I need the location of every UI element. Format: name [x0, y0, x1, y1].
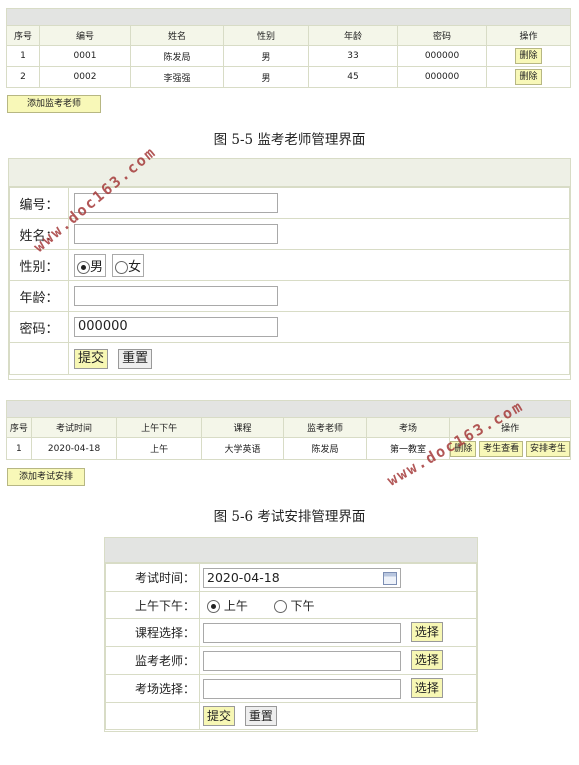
age-cell [68, 280, 570, 312]
pm-radio[interactable] [273, 599, 287, 613]
teacher-input[interactable] [203, 650, 401, 671]
col-id: 编号 [39, 25, 131, 46]
empty-cell [9, 342, 69, 375]
pm-label: 下午 [290, 598, 315, 613]
period-label: 上午下午： [105, 591, 200, 619]
cell-time: 2020-04-18 [30, 437, 118, 460]
caption-5-6: 图 5-6 考试安排管理界面 [213, 509, 366, 525]
room-input[interactable] [203, 678, 401, 699]
submit-button[interactable]: 提交 [203, 706, 236, 726]
col-age: 年龄 [308, 25, 398, 46]
time-value: 2020-04-18 [207, 569, 280, 585]
name-input[interactable] [74, 224, 278, 244]
room-select-button[interactable]: 选择 [410, 678, 443, 699]
female-label: 女 [128, 259, 142, 275]
add-exam-button[interactable]: 添加考试安排 [7, 468, 85, 486]
submit-button[interactable]: 提交 [74, 348, 109, 369]
male-label: 男 [90, 259, 104, 275]
teacher-form-header [9, 159, 570, 187]
course-label: 课程选择： [105, 618, 200, 647]
col-action: 操作 [486, 25, 571, 46]
caption-5-5: 图 5-5 监考老师管理界面 [213, 132, 366, 148]
female-option[interactable]: 女 [112, 253, 145, 277]
cell-teacher: 陈发局 [283, 437, 367, 460]
col-seq: 序号 [6, 417, 32, 438]
cell-id: 0002 [39, 66, 131, 88]
col-teacher: 监考老师 [283, 417, 367, 438]
cell-period: 上午 [116, 437, 202, 460]
cell-course: 大学英语 [200, 437, 285, 460]
password-cell: 000000 [68, 311, 570, 343]
teacher-select-button[interactable]: 选择 [410, 650, 443, 671]
delete-button[interactable]: 删除 [515, 69, 542, 85]
col-time: 考试时间 [30, 417, 118, 438]
cell-gender: 男 [223, 66, 309, 88]
cell-name: 陈发局 [130, 45, 224, 67]
col-name: 姓名 [130, 25, 224, 46]
cell-action: 删除 [486, 66, 571, 88]
button-cell: 提交 重置 [199, 702, 477, 730]
cell-name: 李强强 [130, 66, 224, 88]
gender-label: 性别： [9, 249, 69, 281]
reset-button[interactable]: 重置 [244, 706, 277, 726]
arrange-students-button[interactable]: 安排考生 [525, 440, 570, 457]
time-label: 考试时间： [105, 563, 200, 592]
cell-password: 000000 [397, 66, 487, 88]
period-cell: 上午 下午 [199, 591, 477, 619]
gender-cell: 男 女 [68, 249, 570, 281]
male-option[interactable]: 男 [74, 253, 107, 277]
col-seq: 序号 [6, 25, 40, 46]
cell-age: 45 [308, 66, 398, 88]
col-password: 密码 [397, 25, 487, 46]
teacher-label: 监考老师： [105, 646, 200, 675]
course-select-button[interactable]: 选择 [410, 622, 443, 643]
reset-button[interactable]: 重置 [118, 348, 153, 369]
exam-form: 考试时间： 2020-04-18 上午下午： 上午 下午 课程选择： 选择 监考… [104, 537, 478, 732]
col-gender: 性别 [223, 25, 309, 46]
female-radio[interactable] [115, 260, 129, 274]
cell-age: 33 [308, 45, 398, 67]
add-teacher-button[interactable]: 添加监考老师 [7, 95, 101, 113]
male-radio[interactable] [77, 260, 90, 274]
delete-button[interactable]: 删除 [515, 48, 542, 64]
col-course: 课程 [200, 417, 285, 438]
teacher-table: 序号 编号 姓名 性别 年龄 密码 操作 1 0001 陈发局 男 33 000… [6, 25, 571, 88]
cell-password: 000000 [397, 45, 487, 67]
teacher-table-topbar [6, 8, 571, 26]
room-cell: 选择 [199, 674, 477, 703]
id-label: 编号： [9, 187, 69, 219]
button-cell: 提交 重置 [68, 342, 570, 375]
calendar-icon[interactable] [383, 571, 397, 585]
time-input[interactable]: 2020-04-18 [203, 567, 401, 588]
password-input[interactable]: 000000 [74, 317, 278, 337]
table-row: 2 0002 李强强 男 45 000000 删除 [6, 66, 571, 88]
cell-seq: 1 [6, 45, 40, 67]
cell-seq: 2 [6, 66, 40, 88]
cell-id: 0001 [39, 45, 131, 67]
time-cell: 2020-04-18 [199, 563, 477, 592]
empty-cell [105, 702, 200, 730]
table-row: 1 2020-04-18 上午 大学英语 陈发局 第一教室 删除 考生查看 安排… [6, 437, 571, 460]
am-label: 上午 [223, 598, 248, 613]
table-row: 1 0001 陈发局 男 33 000000 删除 [6, 45, 571, 67]
teacher-cell: 选择 [199, 646, 477, 675]
exam-form-header [105, 538, 477, 563]
view-students-button[interactable]: 考生查看 [479, 440, 524, 457]
am-radio[interactable] [207, 599, 220, 613]
cell-action: 删除 [486, 45, 571, 67]
name-cell [68, 218, 570, 250]
id-cell [68, 187, 570, 219]
course-cell: 选择 [199, 618, 477, 647]
age-input[interactable] [74, 286, 278, 306]
col-room: 考场 [365, 417, 451, 438]
room-label: 考场选择： [105, 674, 200, 703]
password-label: 密码： [9, 311, 69, 343]
cell-seq: 1 [6, 437, 32, 460]
col-period: 上午下午 [116, 417, 202, 438]
course-input[interactable] [203, 622, 401, 643]
cell-gender: 男 [223, 45, 309, 67]
age-label: 年龄： [9, 280, 69, 312]
